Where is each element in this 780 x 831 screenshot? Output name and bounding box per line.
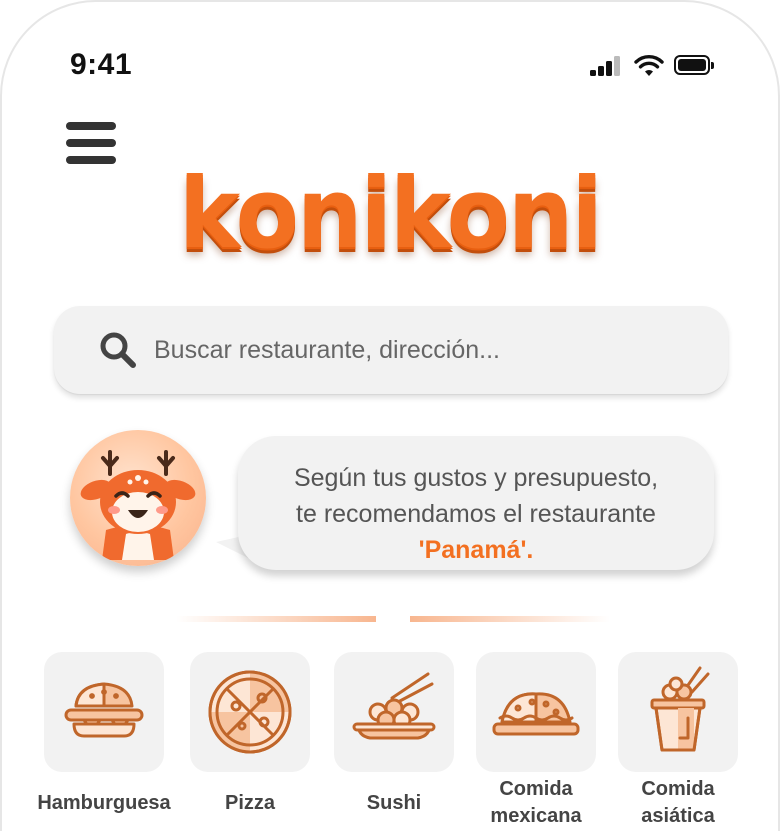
recommended-restaurant-link[interactable]: 'Panamá'. bbox=[238, 532, 714, 568]
menu-line bbox=[66, 139, 116, 147]
recommendation-bubble: Según tus gustos y presupuesto, te recom… bbox=[238, 436, 714, 570]
search-icon bbox=[100, 332, 136, 368]
deer-mascot-icon bbox=[80, 450, 196, 560]
section-divider-left bbox=[176, 616, 376, 622]
menu-line bbox=[66, 122, 116, 130]
category-label: Comida asiática bbox=[641, 778, 715, 827]
category-tile bbox=[190, 652, 310, 772]
recommendation-text: Según tus gustos y presupuesto, te recom… bbox=[238, 460, 714, 568]
burger-icon bbox=[64, 682, 144, 738]
recommendation-line-2: te recomendamos el restaurante bbox=[296, 500, 656, 528]
category-tile bbox=[44, 652, 164, 772]
recommendation-line-1: Según tus gustos y presupuesto, bbox=[293, 464, 659, 492]
logo-wordmark: konikoni bbox=[179, 156, 603, 271]
taco-icon bbox=[492, 692, 580, 736]
section-divider-right bbox=[410, 616, 610, 622]
app-logo: konikoni bbox=[0, 156, 780, 271]
category-pizza[interactable]: Pizza bbox=[180, 652, 320, 817]
status-bar: 9:41 bbox=[0, 0, 780, 100]
hamburger-menu-button[interactable] bbox=[66, 122, 116, 164]
category-tile bbox=[476, 652, 596, 772]
sushi-icon bbox=[352, 672, 436, 740]
category-label: Hamburguesa bbox=[37, 792, 171, 814]
noodles-box-icon bbox=[650, 666, 710, 752]
status-time: 9:41 bbox=[70, 48, 133, 81]
category-list: Hamburguesa Pizza Sushi Comida mexicana … bbox=[0, 652, 780, 831]
wifi-icon bbox=[634, 55, 664, 76]
cellular-signal-icon bbox=[588, 56, 624, 76]
category-label: Pizza bbox=[224, 792, 276, 814]
category-hamburguesa[interactable]: Hamburguesa bbox=[34, 652, 174, 817]
category-comida-mexicana[interactable]: Comida mexicana bbox=[466, 652, 606, 830]
category-sushi[interactable]: Sushi bbox=[324, 652, 464, 817]
status-icons bbox=[588, 52, 728, 82]
category-label: Comida mexicana bbox=[490, 778, 582, 827]
category-label: Sushi bbox=[366, 792, 422, 814]
category-tile bbox=[334, 652, 454, 772]
search-input[interactable] bbox=[154, 328, 694, 372]
battery-icon bbox=[674, 55, 714, 75]
deer-mascot-avatar bbox=[70, 430, 206, 566]
pizza-icon bbox=[208, 670, 292, 754]
category-comida-asiatica[interactable]: Comida asiática bbox=[608, 652, 748, 830]
category-tile bbox=[618, 652, 738, 772]
search-bar[interactable] bbox=[54, 306, 728, 394]
